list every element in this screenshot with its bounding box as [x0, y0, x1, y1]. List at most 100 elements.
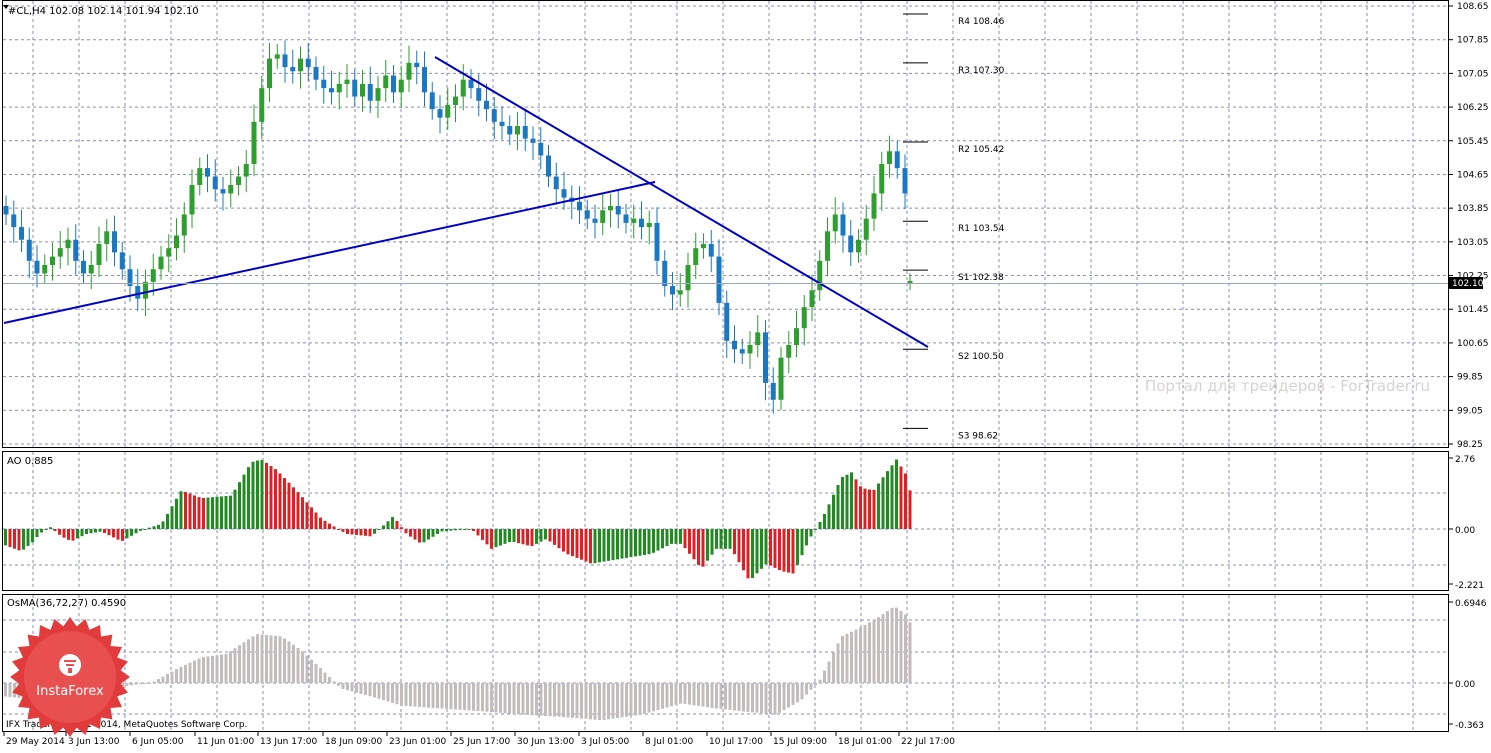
ao-bar: [607, 529, 610, 561]
osma-bar: [656, 683, 660, 710]
chart-canvas[interactable]: R4 108.46 R3 107.30 R2 105.42 R1 103.54 S1 1…: [0, 0, 1491, 749]
candle-body: [887, 151, 892, 164]
symbol-header: #CL,H4 102.08 102.14 101.94 102.10: [8, 6, 199, 17]
ao-bar: [895, 459, 898, 529]
osma-bar: [661, 683, 664, 709]
candle-body: [119, 252, 125, 270]
ao-bar: [836, 485, 840, 529]
osma-bar: [863, 624, 867, 683]
osma-bar: [409, 683, 412, 707]
ao-panel[interactable]: [2, 451, 1449, 591]
candle-body: [662, 260, 668, 287]
time-tick-label: 15 Jul 09:00: [773, 737, 827, 747]
osma-bar: [503, 683, 507, 714]
price-axis[interactable]: 108.65 107.85 107.05 106.25 105.45 104.65 103.…: [1449, 2, 1489, 450]
ao-bar: [382, 525, 385, 529]
ao-bar: [665, 529, 669, 547]
osma-bar: [170, 671, 174, 683]
osma-bar: [260, 634, 264, 683]
osma-bar: [355, 683, 358, 693]
candle-body: [879, 163, 885, 194]
osma-bar: [796, 683, 799, 703]
candle-body: [507, 126, 513, 135]
ao-bar: [634, 529, 637, 557]
ao-bar: [22, 529, 25, 550]
ao-bar: [620, 529, 624, 559]
osma-bar: [328, 676, 331, 683]
candle-body: [352, 79, 358, 97]
osma-bar: [287, 641, 291, 683]
osma-bar: [850, 631, 853, 683]
ao-bar: [823, 513, 826, 529]
osma-bar: [742, 683, 745, 712]
candle-body: [685, 265, 691, 291]
ao-bar: [98, 529, 102, 532]
ao-bar: [782, 529, 786, 572]
ao-bar: [350, 529, 354, 535]
osma-panel[interactable]: [2, 594, 1449, 732]
ao-bar: [845, 474, 849, 529]
candle-body: [112, 231, 117, 253]
candle-body: [298, 58, 303, 72]
ao-bar: [476, 529, 480, 536]
ao-bar: [368, 529, 372, 537]
ao-bar: [143, 529, 147, 530]
osma-bar: [278, 636, 282, 683]
ao-bar: [220, 496, 223, 529]
osma-bar: [692, 683, 696, 706]
osma-bar: [305, 655, 309, 683]
ao-bar: [296, 492, 300, 529]
candle-body: [166, 248, 172, 257]
logo-badge-inner: [24, 631, 116, 723]
ao-bar: [4, 529, 7, 546]
osma-bar: [341, 683, 345, 690]
ao-bar: [503, 529, 507, 544]
candle-body: [538, 142, 544, 156]
ao-bar: [341, 529, 345, 532]
ao-bar: [512, 529, 516, 543]
logo-text: InstaForex: [36, 684, 104, 699]
osma-bar: [139, 683, 142, 685]
ao-bar: [589, 529, 592, 564]
candle-body: [367, 83, 373, 101]
osma-bar: [701, 683, 705, 707]
osma-bar: [386, 683, 390, 702]
time-tick-label: 22 Jul 17:00: [901, 737, 955, 747]
chart-window[interactable]: R4 108.46 R3 107.30 R2 105.42 R1 103.54 S1 1…: [0, 0, 1491, 749]
candle-body: [174, 235, 179, 249]
ao-bar: [355, 529, 358, 535]
osma-bar: [665, 683, 669, 708]
ao-bar: [670, 529, 673, 544]
ao-bar: [292, 487, 295, 529]
candle-body: [577, 201, 582, 211]
candle-body: [639, 218, 644, 228]
osma-bar: [643, 683, 646, 714]
price-tick-label: 98.25: [1457, 440, 1483, 450]
time-tick-label: 10 Jul 17:00: [709, 737, 763, 747]
ao-bar: [710, 529, 714, 555]
osma-bar: [283, 638, 286, 683]
price-tick-label: 99.05: [1457, 406, 1483, 416]
candle-body: [809, 290, 815, 308]
ao-bar: [481, 529, 484, 540]
time-axis[interactable]: 29 May 2014 3 Jun 13:00 6 Jun 05:00 11 Jun …: [3, 732, 955, 747]
osma-bar: [535, 683, 538, 716]
ao-bar: [413, 529, 417, 540]
ao-bar: [229, 495, 232, 529]
candle-body: [383, 75, 389, 89]
ao-bar: [611, 529, 615, 561]
ao-label: AO 0.885: [7, 456, 53, 467]
osma-bar: [598, 683, 601, 721]
osma-bar: [782, 683, 786, 711]
candle-body: [747, 345, 753, 354]
osma-bar: [904, 614, 907, 683]
ao-bar: [566, 529, 570, 555]
ao-bar: [737, 529, 741, 563]
osma-bar: [764, 683, 768, 714]
candle-body: [801, 307, 807, 329]
candle-body: [104, 231, 110, 244]
osma-tick-min: -0.363: [1455, 721, 1484, 731]
ao-bar: [103, 529, 106, 533]
ao-bar: [886, 471, 889, 529]
osma-bar: [472, 683, 475, 711]
